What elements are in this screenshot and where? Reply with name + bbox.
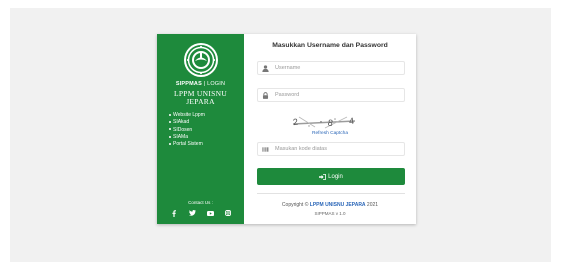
password-field	[257, 88, 405, 102]
twitter-icon[interactable]	[188, 209, 196, 217]
bullet-icon	[169, 135, 171, 138]
refresh-captcha-link[interactable]: Refresh Captcha	[244, 131, 416, 136]
brand-login: LOGIN	[207, 81, 226, 87]
footer-divider	[257, 193, 405, 194]
bullet-icon	[169, 120, 171, 123]
login-card: SIPPMAS | LOGIN LPPM UNISNU JEPARA Websi…	[157, 34, 416, 224]
barcode-icon	[262, 147, 269, 152]
sidebar-item-label: SIDosen	[173, 126, 193, 133]
sign-in-icon	[319, 173, 327, 180]
facebook-icon[interactable]	[170, 209, 178, 217]
captcha-code-field	[257, 142, 405, 156]
captcha-image: 2 8 4	[285, 114, 363, 130]
copyright-prefix: Copyright ©	[281, 202, 310, 208]
org-location: JEPARA	[186, 97, 215, 106]
youtube-icon[interactable]	[206, 209, 214, 217]
login-button-label: Login	[328, 173, 343, 180]
bullet-icon	[169, 128, 171, 131]
username-field	[257, 61, 405, 75]
password-input[interactable]	[275, 89, 403, 101]
sidebar-item-sidosen[interactable]: SIDosen	[169, 127, 205, 134]
login-form: Masukkan Username dan Password 2	[244, 34, 416, 224]
sidebar-item-label: SIAMa	[173, 133, 189, 140]
lock-icon	[262, 92, 269, 99]
sidebar-item-portal-sistem[interactable]: Portal Sistem	[169, 141, 205, 148]
instagram-icon[interactable]	[224, 209, 232, 217]
form-title: Masukkan Username dan Password	[272, 42, 388, 49]
sidebar-item-label: SIAkad	[173, 119, 190, 126]
copyright-year: 2021	[365, 202, 379, 208]
svg-text:4: 4	[348, 116, 354, 126]
contact-label: Contact Us :	[188, 200, 213, 205]
brand-short: SIPPMAS	[175, 81, 202, 87]
sidebar: SIPPMAS | LOGIN LPPM UNISNU JEPARA Websi…	[157, 34, 244, 224]
brand-title: SIPPMAS | LOGIN	[157, 81, 244, 87]
sidebar-item-website-lppm[interactable]: Website Lppm	[169, 112, 205, 119]
sidebar-item-siama[interactable]: SIAMa	[169, 134, 205, 141]
captcha-code-input[interactable]	[275, 143, 403, 155]
login-button[interactable]: Login	[257, 168, 405, 185]
sidebar-item-label: Portal Sistem	[173, 141, 203, 148]
version-label: SIPPMAS v 1.0	[314, 211, 346, 216]
username-input[interactable]	[275, 62, 403, 74]
bullet-icon	[169, 142, 171, 145]
user-icon	[262, 65, 269, 72]
copyright-text: Copyright © LPPM UNISNU JEPARA 2021	[244, 202, 416, 208]
social-links	[170, 209, 232, 217]
logo-icon	[184, 43, 218, 77]
sidebar-item-siakad[interactable]: SIAkad	[169, 119, 205, 126]
sidebar-item-label: Website Lppm	[173, 112, 205, 118]
copyright-org-link[interactable]: LPPM UNISNU JEPARA	[310, 202, 366, 208]
sidebar-menu: Website Lppm SIAkad SIDosen SIAMa Portal…	[169, 112, 205, 148]
bullet-icon	[169, 113, 171, 116]
